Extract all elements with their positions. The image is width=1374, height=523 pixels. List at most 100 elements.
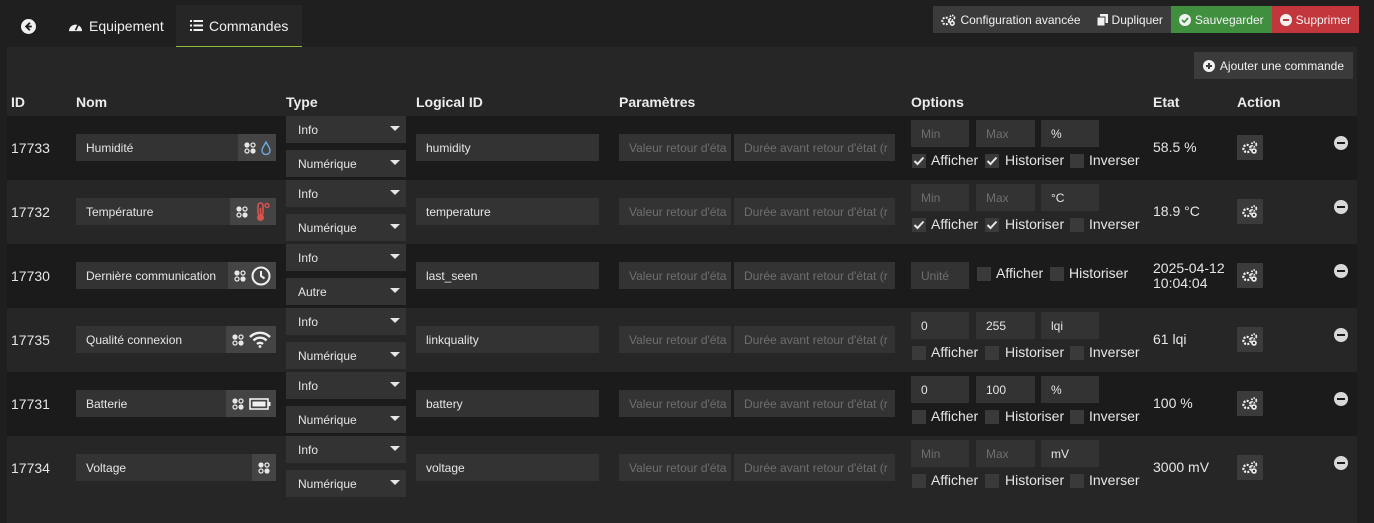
action-config-button[interactable] [1237, 391, 1263, 416]
unit-input[interactable]: Unité [911, 262, 969, 289]
return-delay-input[interactable]: Durée avant retour d'état (r [734, 198, 895, 225]
sauvegarder-button[interactable]: Sauvegarder [1170, 6, 1272, 33]
cmd-icon-group[interactable] [226, 390, 276, 417]
dupliquer-button[interactable]: Dupliquer [1088, 6, 1171, 33]
logical-id-input[interactable]: battery [416, 390, 599, 417]
remove-command-button[interactable] [1334, 136, 1348, 150]
cmd-name-field[interactable]: Batterie [76, 390, 276, 417]
cmd-icon-group[interactable] [228, 262, 276, 289]
inverser-checkbox[interactable] [1070, 474, 1084, 488]
inverser-checkbox[interactable] [1070, 218, 1084, 232]
subtype-select[interactable]: Numérique [286, 214, 406, 241]
type-select[interactable]: Info [286, 116, 406, 143]
remove-command-button[interactable] [1334, 456, 1348, 470]
subtype-select[interactable]: Numérique [286, 342, 406, 369]
min-input[interactable]: Min [911, 184, 969, 211]
unit-input[interactable]: mV [1041, 440, 1099, 467]
afficher-checkbox[interactable] [912, 474, 926, 488]
cmd-name: Qualité connexion [86, 332, 183, 347]
afficher-checkbox[interactable] [912, 346, 926, 360]
type-select[interactable]: Info [286, 180, 406, 207]
cmd-icon-group[interactable] [238, 134, 276, 161]
return-delay-input[interactable]: Durée avant retour d'état (r [734, 134, 895, 161]
subtype-select[interactable]: Numérique [286, 150, 406, 177]
max-input[interactable]: Max [976, 184, 1035, 211]
return-delay-input[interactable]: Durée avant retour d'état (r [734, 454, 895, 481]
logical-id-input[interactable]: linkquality [416, 326, 599, 353]
logical-id-input[interactable]: temperature [416, 198, 599, 225]
tab-equipement[interactable]: Equipement [54, 5, 178, 47]
historiser-checkbox[interactable] [985, 154, 999, 168]
return-value-input[interactable]: Valeur retour d'éta [619, 326, 731, 353]
back-button[interactable] [7, 5, 49, 47]
afficher-checkbox[interactable] [912, 218, 926, 232]
return-value-input[interactable]: Valeur retour d'éta [619, 198, 731, 225]
remove-command-button[interactable] [1334, 328, 1348, 342]
logical-id-input[interactable]: humidity [416, 134, 599, 161]
historiser-checkbox[interactable] [985, 346, 999, 360]
unit-input[interactable]: % [1041, 376, 1099, 403]
caret-down-icon [390, 254, 400, 259]
action-config-button[interactable] [1237, 135, 1263, 160]
historiser-checkbox[interactable] [985, 410, 999, 424]
return-delay-input[interactable]: Durée avant retour d'état (r [734, 262, 895, 289]
logical-id-input[interactable]: last_seen [416, 262, 599, 289]
cmd-name: Voltage [86, 460, 127, 475]
subtype-select[interactable]: Autre [286, 278, 406, 305]
unit-input[interactable]: lqi [1041, 312, 1099, 339]
remove-command-button[interactable] [1334, 392, 1348, 406]
cmd-name-field[interactable]: Humidité [76, 134, 276, 161]
cmd-name-field[interactable]: Dernière communication [76, 262, 276, 289]
inverser-checkbox[interactable] [1070, 410, 1084, 424]
action-config-button[interactable] [1237, 263, 1263, 288]
remove-command-button[interactable] [1334, 264, 1348, 278]
afficher-label: Afficher [931, 472, 979, 488]
inverser-checkbox[interactable] [1070, 346, 1084, 360]
subtype-select[interactable]: Numérique [286, 406, 406, 433]
config-avancee-button[interactable]: Configuration avancée [933, 6, 1089, 33]
max-input[interactable]: Max [976, 120, 1035, 147]
supprimer-button[interactable]: Supprimer [1271, 6, 1359, 33]
return-value-input[interactable]: Valeur retour d'éta [619, 390, 731, 417]
gears-icon [1242, 333, 1258, 346]
afficher-checkbox[interactable] [977, 267, 991, 281]
action-config-button[interactable] [1237, 327, 1263, 352]
subtype-select[interactable]: Numérique [286, 470, 406, 497]
return-value-input[interactable]: Valeur retour d'éta [619, 454, 731, 481]
cmd-name-field[interactable]: Voltage [76, 454, 276, 481]
cmd-name-field[interactable]: Qualité connexion [76, 326, 276, 353]
cmd-icon-group[interactable] [230, 198, 276, 225]
type-select[interactable]: Info [286, 436, 406, 463]
historiser-checkbox[interactable] [985, 474, 999, 488]
historiser-checkbox[interactable] [1050, 267, 1064, 281]
min-input[interactable]: 0 [911, 312, 969, 339]
min-input[interactable]: 0 [911, 376, 969, 403]
min-input[interactable]: Min [911, 440, 969, 467]
tab-commandes[interactable]: Commandes [176, 5, 303, 47]
max-input[interactable]: Max [976, 440, 1035, 467]
cmd-icon-group[interactable] [226, 326, 276, 353]
action-config-button[interactable] [1237, 199, 1263, 224]
remove-command-button[interactable] [1334, 200, 1348, 214]
max-input[interactable]: 255 [976, 312, 1035, 339]
cmd-name-field[interactable]: Température [76, 198, 276, 225]
min-input[interactable]: Min [911, 120, 969, 147]
type-select[interactable]: Info [286, 308, 406, 335]
return-value-input[interactable]: Valeur retour d'éta [619, 262, 731, 289]
action-config-button[interactable] [1237, 455, 1263, 480]
unit-input[interactable]: % [1041, 120, 1099, 147]
type-select[interactable]: Info [286, 372, 406, 399]
unit-input[interactable]: °C [1041, 184, 1099, 211]
return-value-input[interactable]: Valeur retour d'éta [619, 134, 731, 161]
return-delay-input[interactable]: Durée avant retour d'état (r [734, 326, 895, 353]
return-delay-input[interactable]: Durée avant retour d'état (r [734, 390, 895, 417]
type-select[interactable]: Info [286, 244, 406, 271]
max-input[interactable]: 100 [976, 376, 1035, 403]
cmd-icon-group[interactable] [252, 454, 276, 481]
historiser-checkbox[interactable] [985, 218, 999, 232]
logical-id-input[interactable]: voltage [416, 454, 599, 481]
add-command-button[interactable]: Ajouter une commande [1193, 52, 1353, 79]
afficher-checkbox[interactable] [912, 410, 926, 424]
afficher-checkbox[interactable] [912, 154, 926, 168]
inverser-checkbox[interactable] [1070, 154, 1084, 168]
